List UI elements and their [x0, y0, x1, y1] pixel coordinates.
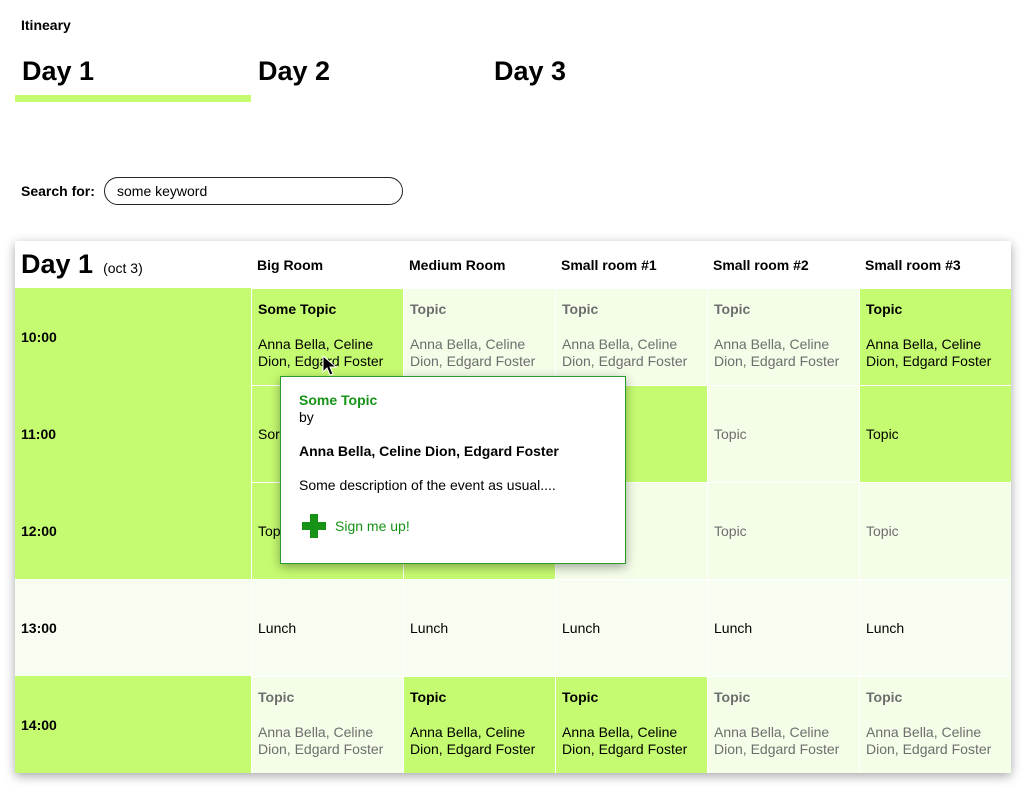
day-heading: Day 1 (oct 3) — [15, 241, 251, 288]
session-speakers: Anna Bella, Celine Dion, Edgard Foster — [562, 336, 688, 369]
search-label: Search for: — [21, 183, 95, 199]
time-label: 14:00 — [15, 676, 251, 773]
session-title: Lunch — [866, 619, 905, 636]
session-title: Topic — [714, 301, 751, 317]
session-cell[interactable]: Topic Anna Bella, Celine Dion, Edgard Fo… — [555, 288, 707, 385]
tab-label: Day 2 — [258, 56, 331, 86]
session-cell[interactable]: Lunch — [555, 579, 707, 676]
session-speakers: Anna Bella, Celine Dion, Edgard Foster — [258, 724, 384, 757]
session-cell[interactable]: Topic Anna Bella, Celine Dion, Edgard Fo… — [859, 288, 1011, 385]
search-input[interactable] — [104, 177, 403, 205]
tab-day-3[interactable]: Day 3 — [487, 56, 723, 102]
sign-up-label: Sign me up! — [335, 518, 410, 534]
session-cell[interactable]: Topic Anna Bella, Celine Dion, Edgard Fo… — [707, 676, 859, 773]
mouse-cursor-icon — [322, 355, 338, 376]
session-speakers: Anna Bella, Celine Dion, Edgard Foster — [714, 724, 840, 757]
session-cell[interactable]: Lunch — [403, 579, 555, 676]
session-speakers: Anna Bella, Celine Dion, Edgard Foster — [866, 336, 992, 369]
session-cell[interactable]: Topic Anna Bella, Celine Dion, Edgard Fo… — [403, 676, 555, 773]
time-label: 11:00 — [15, 385, 251, 482]
time-label: 10:00 — [15, 288, 251, 385]
popup-title: Some Topic — [299, 392, 378, 408]
tab-day-1[interactable]: Day 1 — [15, 56, 251, 102]
session-title: Some Topic — [258, 301, 337, 317]
session-cell[interactable]: Topic — [859, 482, 1011, 579]
session-title: Topic — [714, 689, 751, 705]
session-cell[interactable]: Topic — [859, 385, 1011, 482]
session-title: Topic — [410, 689, 447, 705]
sign-up-button[interactable]: Sign me up! — [301, 513, 410, 539]
session-popup: Some Topic by Anna Bella, Celine Dion, E… — [280, 376, 626, 564]
session-cell[interactable]: Topic — [707, 385, 859, 482]
tab-label: Day 1 — [22, 56, 95, 86]
session-title: Topic — [866, 301, 903, 317]
session-cell[interactable]: Topic Anna Bella, Celine Dion, Edgard Fo… — [555, 676, 707, 773]
session-title: Lunch — [562, 619, 601, 636]
room-header: Small room #2 — [707, 241, 859, 288]
session-cell[interactable]: Topic Anna Bella, Celine Dion, Edgard Fo… — [251, 676, 403, 773]
popup-by: by — [299, 409, 314, 425]
room-header: Big Room — [251, 241, 403, 288]
session-speakers: Anna Bella, Celine Dion, Edgard Foster — [410, 336, 536, 369]
popup-description: Some description of the event as usual..… — [299, 477, 556, 493]
session-title: Lunch — [714, 619, 753, 636]
session-speakers: Anna Bella, Celine Dion, Edgard Foster — [714, 336, 840, 369]
room-header: Small room #1 — [555, 241, 707, 288]
session-speakers: Anna Bella, Celine Dion, Edgard Foster — [562, 724, 688, 757]
plus-icon — [302, 514, 326, 538]
day-title: Day 1 — [21, 249, 94, 279]
session-cell[interactable]: Lunch — [251, 579, 403, 676]
session-cell[interactable]: Lunch — [707, 579, 859, 676]
session-title: Lunch — [410, 619, 449, 636]
session-title: Lunch — [258, 619, 297, 636]
session-title: Topic — [866, 522, 899, 539]
session-title: Sor — [258, 425, 280, 442]
tab-day-2[interactable]: Day 2 — [251, 56, 487, 102]
room-header: Medium Room — [403, 241, 555, 288]
session-title: Topic — [562, 689, 599, 705]
session-cell[interactable]: Topic Anna Bella, Celine Dion, Edgard Fo… — [707, 288, 859, 385]
session-cell[interactable]: Topic — [707, 482, 859, 579]
session-title: Topic — [866, 425, 899, 442]
popup-speakers: Anna Bella, Celine Dion, Edgard Foster — [299, 443, 559, 459]
session-title: Topic — [258, 689, 295, 705]
tab-label: Day 3 — [494, 56, 567, 86]
room-header: Small room #3 — [859, 241, 1011, 288]
day-date: (oct 3) — [103, 259, 143, 276]
session-title: Topic — [562, 301, 599, 317]
time-label: 12:00 — [15, 482, 251, 579]
session-title: Topic — [714, 522, 747, 539]
session-cell[interactable]: Topic Anna Bella, Celine Dion, Edgard Fo… — [403, 288, 555, 385]
session-cell[interactable]: Lunch — [859, 579, 1011, 676]
session-speakers: Anna Bella, Celine Dion, Edgard Foster — [258, 336, 384, 369]
session-speakers: Anna Bella, Celine Dion, Edgard Foster — [866, 724, 992, 757]
session-cell[interactable]: Topic Anna Bella, Celine Dion, Edgard Fo… — [859, 676, 1011, 773]
session-title: Topic — [714, 425, 747, 442]
session-title: Topic — [410, 301, 447, 317]
app-title: Itineary — [21, 17, 71, 33]
session-title: Topic — [866, 689, 903, 705]
session-title: Top — [258, 522, 281, 539]
time-label: 13:00 — [15, 579, 251, 676]
session-speakers: Anna Bella, Celine Dion, Edgard Foster — [410, 724, 536, 757]
